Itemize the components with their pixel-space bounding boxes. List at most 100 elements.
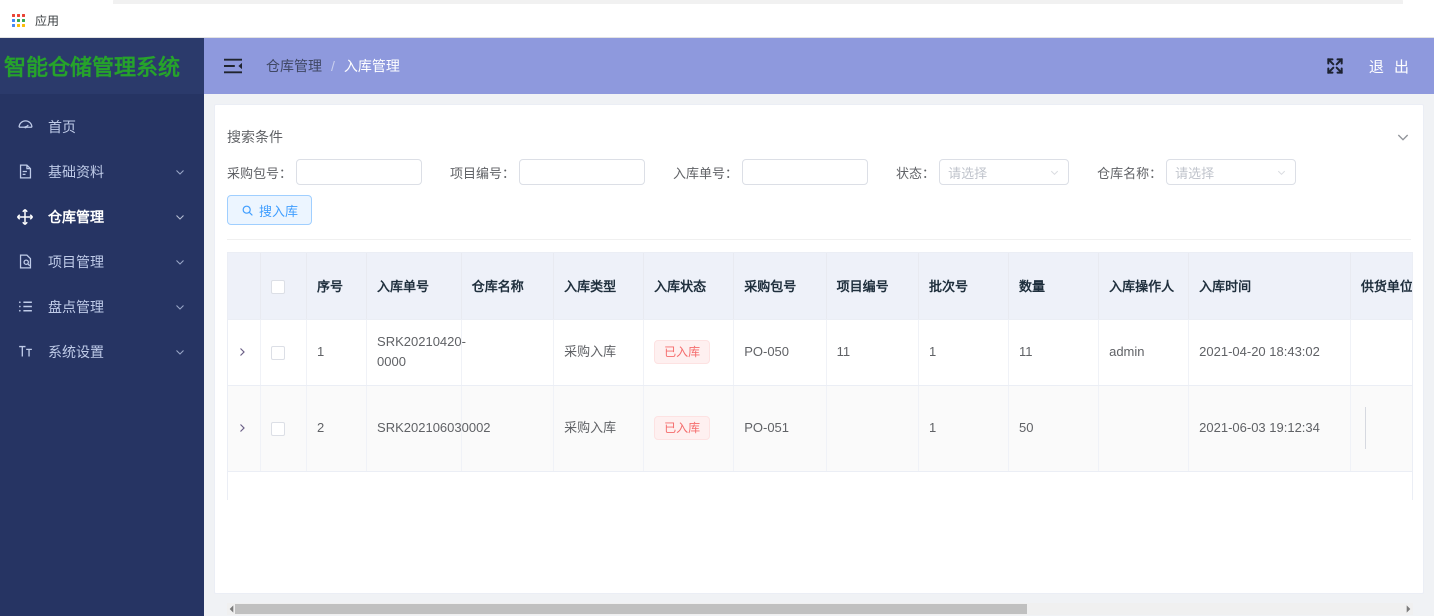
browser-bookmarks-bar: 应用 [0,0,1434,38]
field-purchase-package-label: 采购包号： [227,165,293,181]
chevron-right-icon [240,348,245,356]
cell-batch-no: 1 [918,385,1010,472]
sidebar-item-basic-data-label: 基础资料 [48,163,104,180]
col-inbound-status: 入库状态 [643,253,735,320]
sidebar-item-home[interactable]: 首页 [0,104,204,149]
status-select[interactable]: 请选择 [939,159,1070,185]
cell-operator [1098,385,1190,472]
cell-batch-no: 1 [918,319,1010,386]
row-checkbox-cell[interactable] [260,319,308,386]
row-checkbox[interactable] [270,421,285,436]
cell-inbound-status: 已入库 [643,385,735,472]
table-row[interactable]: 2 SRK202106030002 采购入库 已入库 PO-051 1 50 2… [228,385,1412,472]
chevron-down-icon [1278,170,1286,175]
topbar: 仓库管理 / 入库管理 退 出 [204,38,1434,94]
breadcrumb: 仓库管理 / 入库管理 [266,56,400,76]
field-project-no: 项目编号： [450,159,646,185]
sidebar: 智能仓储管理系统 首页 基础资料 仓库管理 项目管理 盘点管理 系统设置 [0,38,204,616]
cell-inbound-status: 已入库 [643,319,735,386]
purchase-package-input[interactable] [296,159,423,185]
sidebar-menu: 首页 基础资料 仓库管理 项目管理 盘点管理 系统设置 [0,94,204,374]
sidebar-item-warehouse-label: 仓库管理 [48,208,104,225]
col-project-no: 项目编号 [826,253,919,320]
col-operator: 入库操作人 [1098,253,1190,320]
cell-supplier [1350,319,1412,386]
sidebar-item-warehouse[interactable]: 仓库管理 [0,194,204,239]
cell-inbound-time: 2021-04-20 18:43:02 [1188,319,1351,386]
col-expand [228,253,261,320]
search-fields: 采购包号： 项目编号： 入库单号： 状态： 请选择 仓库名称： 请选择 [227,151,1411,189]
sidebar-item-project-label: 项目管理 [48,253,104,270]
col-purchase-package: 采购包号 [733,253,827,320]
sidebar-item-system-settings[interactable]: 系统设置 [0,329,204,374]
search-panel: 搜索条件 采购包号： 项目编号： 入库单号： 状态： 请选择 仓库名称： 请选择… [227,117,1411,240]
row-expand-toggle[interactable] [228,319,261,386]
browser-tabstrip [113,0,1403,4]
font-size-icon [14,341,36,363]
cell-purchase-package: PO-051 [733,385,827,472]
col-quantity: 数量 [1008,253,1100,320]
select-all-checkbox[interactable] [270,279,285,294]
field-status: 状态： 请选择 [896,159,1070,185]
move-icon [14,206,36,228]
row-checkbox-cell[interactable] [260,385,308,472]
cell-order-no: SRK202106030002 [366,385,491,472]
scrollbar-thumb[interactable] [235,604,1027,614]
app-root: 应用 智能仓储管理系统 首页 基础资料 仓库管理 项目管理 盘点管理 系统设置 … [0,0,1434,616]
field-project-no-label: 项目编号： [450,165,516,181]
dashboard-icon [14,116,36,138]
sidebar-item-system-settings-label: 系统设置 [48,343,104,360]
table-horizontal-scrollbar[interactable] [227,603,1413,615]
main-content: 搜索条件 采购包号： 项目编号： 入库单号： 状态： 请选择 仓库名称： 请选择… [204,94,1434,616]
search-inbound-button[interactable]: 搜入库 [227,195,313,225]
cell-order-no: SRK20210420-0000 [366,319,466,386]
list-icon [14,296,36,318]
inbound-table: 序号 入库单号 仓库名称 入库类型 入库状态 采购包号 项目编号 批次号 数量 … [227,252,1413,500]
chevron-right-icon [240,424,245,432]
row-expand-toggle[interactable] [228,385,261,472]
field-inbound-order-no: 入库单号： [673,159,869,185]
col-inbound-type: 入库类型 [553,253,645,320]
sidebar-item-stocktaking-label: 盘点管理 [48,298,104,315]
col-supplier: 供货单位 [1350,253,1412,320]
cell-project-no [826,385,919,472]
col-order-no: 入库单号 [366,253,462,320]
sidebar-item-basic-data[interactable]: 基础资料 [0,149,204,194]
field-status-label: 状态： [896,165,936,181]
sidebar-item-home-label: 首页 [48,118,76,135]
cell-inbound-type: 采购入库 [553,385,645,472]
warehouse-name-select[interactable]: 请选择 [1166,159,1297,185]
col-warehouse-name: 仓库名称 [461,253,555,320]
chevron-down-icon [176,349,184,355]
bookmark-apps[interactable]: 应用 [6,10,65,32]
text-cursor-artifact [1364,407,1366,449]
sidebar-item-project[interactable]: 项目管理 [0,239,204,284]
row-checkbox[interactable] [270,345,285,360]
sidebar-item-stocktaking[interactable]: 盘点管理 [0,284,204,329]
breadcrumb-separator: / [331,58,335,74]
inbound-order-no-input[interactable] [742,159,869,185]
chevron-down-icon [176,259,184,265]
table-row[interactable]: 1 SRK20210420-0000 采购入库 已入库 PO-050 11 1 … [228,319,1412,386]
fold-menu-icon[interactable] [220,53,246,79]
document-search-icon [14,251,36,273]
topbar-actions: 退 出 [1325,56,1434,77]
chevron-down-icon [176,169,184,175]
search-icon [242,205,253,216]
chevron-down-icon[interactable] [1395,129,1411,145]
col-batch-no: 批次号 [918,253,1010,320]
cell-index: 1 [306,319,368,386]
sidebar-brand: 智能仓储管理系统 [0,38,204,94]
breadcrumb-parent[interactable]: 仓库管理 [266,56,322,76]
project-no-input[interactable] [519,159,646,185]
col-inbound-time: 入库时间 [1188,253,1351,320]
fullscreen-icon[interactable] [1325,56,1345,76]
chevron-down-icon [176,304,184,310]
breadcrumb-current: 入库管理 [343,58,400,74]
scroll-right-arrow-icon[interactable] [1404,604,1413,614]
cell-quantity: 11 [1008,319,1100,386]
status-badge: 已入库 [654,340,711,364]
field-inbound-order-no-label: 入库单号： [673,165,739,181]
cell-inbound-time: 2021-06-03 19:12:34 [1188,385,1351,472]
logout-button[interactable]: 退 出 [1369,56,1412,77]
